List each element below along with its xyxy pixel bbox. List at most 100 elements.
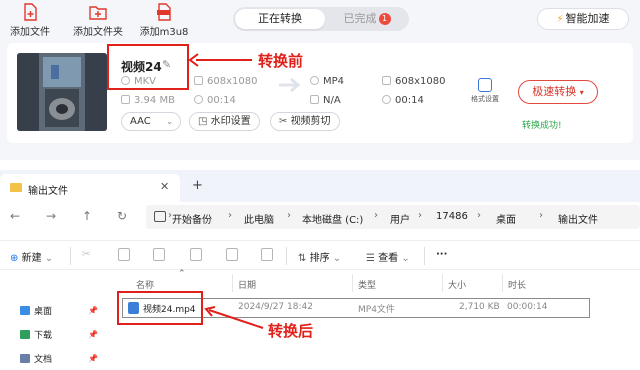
address-bar[interactable]: › 开始备份 › 此电脑 › 本地磁盘 (C:) › 用户 › 17486 › … — [146, 205, 640, 229]
breadcrumb-item[interactable]: 此电脑 — [244, 211, 274, 226]
breadcrumb-item[interactable]: 本地磁盘 (C:) — [302, 211, 363, 226]
sort-button[interactable]: ⇅ 排序 ⌄ — [298, 249, 341, 264]
breadcrumb-item[interactable]: 开始备份 — [172, 211, 212, 226]
add-file-icon — [24, 3, 37, 21]
target-resolution-value: 608x1080 — [395, 76, 446, 87]
scissors-icon: ✂ — [279, 116, 291, 127]
conversion-task-card: 视频24 ✎ MKV 608x1080 3.94 MB 00:14 MP4 60… — [7, 43, 633, 143]
add-file-button[interactable]: 添加文件 — [0, 3, 62, 38]
add-m3u8-label: 添加m3u8 — [139, 27, 189, 38]
breadcrumb-item[interactable]: 17486 — [436, 211, 468, 222]
column-divider — [442, 274, 443, 292]
target-size: N/A — [310, 95, 341, 106]
document-icon — [20, 354, 30, 363]
caret-down-icon: ▾ — [579, 88, 584, 97]
tab-completed[interactable]: 已完成 1 — [328, 9, 406, 29]
close-tab-icon[interactable]: ✕ — [160, 180, 169, 193]
paste-icon[interactable] — [153, 248, 165, 261]
watermark-settings-button[interactable]: ◳ 水印设置 — [189, 112, 260, 131]
add-folder-icon — [89, 6, 107, 20]
delete-icon[interactable] — [261, 248, 273, 261]
add-folder-button[interactable]: 添加文件夹 — [66, 3, 130, 38]
column-divider — [232, 274, 233, 292]
sort-caret-icon: ⌃ — [178, 269, 186, 279]
explorer-tab-title: 输出文件 — [28, 186, 68, 197]
view-button[interactable]: ☰ 查看 ⌄ — [366, 249, 410, 264]
pin-icon[interactable]: 📌 — [88, 306, 98, 315]
completed-count-badge: 1 — [378, 13, 391, 25]
navigation-pane: 桌面 📌 下载 📌 文档 📌 — [0, 271, 110, 370]
sidebar-item-desktop[interactable]: 桌面 — [20, 304, 52, 317]
file-size-icon — [121, 95, 130, 104]
rename-icon[interactable] — [190, 248, 202, 261]
breadcrumb-item[interactable]: 桌面 — [496, 211, 516, 226]
column-header-size[interactable]: 大小 — [448, 278, 466, 291]
breadcrumb-item[interactable]: 输出文件 — [558, 211, 598, 226]
back-icon[interactable]: ← — [10, 209, 20, 223]
lightning-icon: ⚡ — [556, 14, 564, 25]
more-options-button[interactable]: ··· — [436, 249, 447, 260]
pin-icon[interactable]: 📌 — [88, 354, 98, 363]
tab-completed-label: 已完成 — [343, 12, 377, 25]
column-divider — [502, 274, 503, 292]
breadcrumb-separator-icon: › — [539, 210, 543, 221]
column-header-name[interactable]: 名称 — [136, 278, 154, 291]
video-thumbnail — [17, 53, 107, 131]
view-icon: ☰ — [366, 253, 375, 264]
tab-converting[interactable]: 正在转换 — [235, 9, 325, 29]
sidebar-item-label: 桌面 — [34, 307, 53, 317]
breadcrumb-separator-icon: › — [477, 210, 481, 221]
video-clip-button[interactable]: ✂ 视频剪切 — [270, 112, 340, 131]
new-label: 新建 — [21, 253, 42, 264]
column-header-date[interactable]: 日期 — [238, 278, 256, 291]
breadcrumb-separator-icon: › — [418, 210, 422, 221]
command-bar: ⊕ 新建 ⌄ ✂ ⇅ 排序 ⌄ ☰ 查看 ⌄ ··· — [0, 240, 640, 270]
resolution-icon — [194, 76, 203, 85]
video-clip-label: 视频剪切 — [290, 116, 331, 127]
column-divider — [352, 274, 353, 292]
breadcrumb-separator-icon: › — [287, 210, 291, 221]
chevron-down-icon: ⌄ — [332, 253, 342, 264]
sort-icon: ⇅ — [298, 253, 307, 264]
refresh-icon[interactable]: ↻ — [117, 209, 127, 223]
chevron-down-icon: ⌄ — [401, 253, 410, 264]
fast-convert-label: 极速转换 — [532, 85, 577, 98]
add-icon: ⊕ — [10, 253, 19, 264]
breadcrumb-item[interactable]: 用户 — [390, 211, 410, 226]
cut-icon[interactable]: ✂ — [82, 249, 90, 260]
column-header-duration[interactable]: 时长 — [508, 278, 526, 291]
pin-icon[interactable]: 📌 — [88, 330, 98, 339]
resolution-icon — [382, 76, 391, 85]
after-annotation: 转换后 — [268, 322, 314, 340]
file-duration: 00:00:14 — [507, 302, 548, 312]
fast-convert-button[interactable]: 极速转换 ▾ — [518, 80, 598, 104]
target-format-value: MP4 — [323, 76, 345, 87]
format-settings-button[interactable]: 格式设置 — [465, 78, 505, 104]
source-resolution: 608x1080 — [194, 76, 257, 87]
audio-codec-select[interactable]: AAC ⌄ — [121, 112, 181, 131]
divider — [424, 247, 425, 265]
clock-icon — [382, 95, 391, 104]
divider — [286, 247, 287, 265]
convert-arrow-icon — [279, 77, 301, 93]
explorer-navbar: ← → ↑ ↻ › 开始备份 › 此电脑 › 本地磁盘 (C:) › 用户 › … — [0, 202, 640, 232]
sidebar-item-downloads[interactable]: 下载 — [20, 328, 52, 341]
new-button[interactable]: ⊕ 新建 ⌄ — [10, 249, 53, 264]
column-header-type[interactable]: 类型 — [358, 278, 376, 291]
forward-icon[interactable]: → — [46, 209, 56, 223]
new-tab-icon[interactable]: + — [192, 178, 203, 193]
view-label: 查看 — [378, 253, 399, 264]
smart-acceleration-button[interactable]: ⚡ 智能加速 — [537, 8, 629, 30]
format-icon — [310, 76, 319, 85]
target-resolution: 608x1080 — [382, 76, 445, 87]
sort-label: 排序 — [309, 253, 330, 264]
add-m3u8-button[interactable]: 添加m3u8 — [132, 3, 196, 38]
share-icon[interactable] — [226, 248, 238, 261]
up-icon[interactable]: ↑ — [82, 209, 92, 223]
copy-icon[interactable] — [118, 248, 130, 261]
watermark-label: 水印设置 — [210, 116, 251, 127]
sidebar-item-documents[interactable]: 文档 — [20, 352, 52, 365]
explorer-tab[interactable]: 输出文件 ✕ — [0, 174, 180, 202]
source-size-value: 3.94 MB — [134, 95, 175, 106]
add-folder-label: 添加文件夹 — [73, 27, 123, 38]
